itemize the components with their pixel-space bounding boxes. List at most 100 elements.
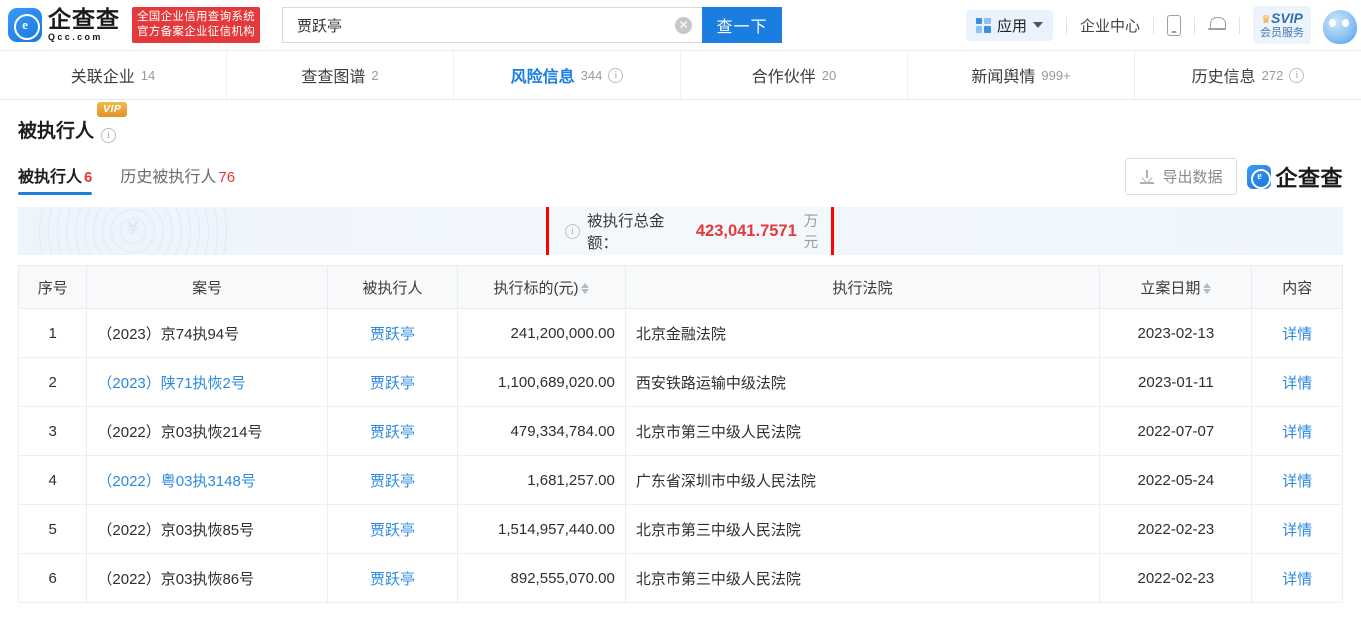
cell-content-text[interactable]: 详情 — [1282, 375, 1312, 392]
info-icon[interactable]: i — [101, 128, 117, 143]
table-row: 6 （2022）京03执恢86号 贾跃亭 892,555,070.00 北京市第三中级人… — [17, 553, 1343, 603]
qcc-logo-icon — [8, 8, 42, 42]
cell-amount-text: 1,514,957,440.00 — [498, 520, 615, 538]
tab-count: 20 — [821, 67, 837, 83]
clear-icon[interactable]: ✕ — [675, 16, 692, 34]
tab-partners[interactable]: 合作伙伴 20 — [681, 51, 908, 99]
cell-amount-text: 1,681,257.00 — [527, 471, 615, 489]
tagline-line-1: 全国企业信用查询系统 — [137, 11, 255, 23]
search-button[interactable]: 查一下 — [702, 7, 782, 43]
tab-risk-info[interactable]: 风险信息 344 i — [454, 51, 681, 99]
notification-bell-icon[interactable] — [1208, 15, 1226, 35]
cell-person-text[interactable]: 贾跃亭 — [370, 473, 415, 490]
sub-tab-count: 76 — [218, 169, 236, 186]
cell-case-no-text[interactable]: （2023）陕71执恢2号 — [97, 375, 245, 392]
table-row: 1 （2023）京74执94号 贾跃亭 241,200,000.00 北京金融法院 202… — [17, 308, 1343, 358]
cell-content-text[interactable]: 详情 — [1282, 424, 1312, 441]
sort-icon[interactable] — [581, 282, 590, 295]
cell-court-text: 西安铁路运输中级法院 — [635, 374, 786, 392]
cell-person[interactable]: 贾跃亭 — [326, 455, 459, 505]
cell-person[interactable]: 贾跃亭 — [326, 504, 459, 554]
tagline-line-2: 官方备案企业征信机构 — [137, 26, 255, 38]
cell-content-text[interactable]: 详情 — [1282, 571, 1312, 588]
cell-person-text[interactable]: 贾跃亭 — [370, 522, 415, 539]
tab-news[interactable]: 新闻舆情 999+ — [908, 51, 1135, 99]
cell-content[interactable]: 详情 — [1251, 357, 1343, 407]
main-nav-tabs: 关联企业 14 查查图谱 2 风险信息 344 i 合作伙伴 20 新闻舆情 9… — [0, 50, 1361, 100]
section-title-row: 被执行人 i VIP — [18, 102, 1343, 143]
apps-label: 应用 — [996, 17, 1027, 35]
cell-content[interactable]: 详情 — [1251, 406, 1343, 456]
brand-wordmark: 企查查 Qcc.com — [48, 8, 120, 42]
cell-case-no[interactable]: （2022）粤03执3148号 — [86, 455, 328, 505]
cell-person[interactable]: 贾跃亭 — [326, 406, 459, 456]
cell-court: 西安铁路运输中级法院 — [624, 357, 1101, 407]
cell-content-text[interactable]: 详情 — [1282, 326, 1312, 343]
tab-related-companies[interactable]: 关联企业 14 — [0, 51, 227, 99]
watermark-logo: 企查查 — [1247, 161, 1343, 193]
cell-index-text: 1 — [48, 324, 57, 342]
export-area: 导出数据 企查查 — [1125, 158, 1343, 195]
cell-filing-date-text: 2022-02-23 — [1137, 569, 1215, 587]
col-filing-date[interactable]: 立案日期 — [1099, 265, 1253, 309]
tab-graph[interactable]: 查查图谱 2 — [227, 51, 454, 99]
cell-person-text[interactable]: 贾跃亭 — [370, 326, 415, 343]
table-row: 2 （2023）陕71执恢2号 贾跃亭 1,100,689,020.00 西安铁路运输中… — [17, 357, 1343, 407]
cell-amount-text: 479,334,784.00 — [510, 422, 615, 440]
cell-case-no[interactable]: （2023）陕71执恢2号 — [86, 357, 328, 407]
svip-button[interactable]: ♛SVIP 会员服务 — [1253, 6, 1311, 44]
table-head: 序号 案号 被执行人 执行标的(元) 执行法院 立案日期 内容 — [17, 265, 1343, 309]
tab-history[interactable]: 历史信息 272 i — [1135, 51, 1361, 99]
cell-person[interactable]: 贾跃亭 — [326, 308, 459, 358]
crown-icon: ♛ — [1261, 14, 1271, 27]
cell-court-text: 北京金融法院 — [635, 325, 726, 343]
brand-name-en: Qcc.com — [48, 32, 103, 42]
export-label: 导出数据 — [1162, 169, 1223, 186]
cell-filing-date: 2022-02-23 — [1099, 553, 1253, 603]
cell-content[interactable]: 详情 — [1251, 308, 1343, 358]
info-icon[interactable]: i — [1289, 67, 1305, 83]
cell-content-text[interactable]: 详情 — [1282, 473, 1312, 490]
cell-index-text: 4 — [48, 471, 57, 489]
enterprise-center-link[interactable]: 企业中心 — [1080, 15, 1140, 36]
cell-case-no-text[interactable]: （2022）粤03执3148号 — [97, 473, 255, 490]
col-label: 内容 — [1282, 279, 1313, 297]
svip-subtitle: 会员服务 — [1260, 27, 1304, 39]
cell-index-text: 5 — [48, 520, 57, 538]
search-input[interactable] — [297, 16, 675, 34]
avatar[interactable] — [1319, 5, 1359, 45]
cell-content[interactable]: 详情 — [1251, 455, 1343, 505]
info-icon[interactable]: i — [565, 223, 580, 239]
cell-filing-date: 2023-02-13 — [1099, 308, 1253, 358]
col-label: 立案日期 — [1140, 279, 1201, 297]
cell-amount: 241,200,000.00 — [457, 308, 626, 358]
export-data-button[interactable]: 导出数据 — [1125, 158, 1238, 195]
info-icon[interactable]: i — [608, 67, 624, 83]
brand-logo[interactable]: 企查查 Qcc.com 全国企业信用查询系统 官方备案企业征信机构 — [8, 7, 260, 43]
cell-person[interactable]: 贾跃亭 — [326, 357, 459, 407]
cell-content-text[interactable]: 详情 — [1282, 522, 1312, 539]
cell-content[interactable]: 详情 — [1251, 553, 1343, 603]
cell-amount-text: 892,555,070.00 — [510, 569, 615, 587]
cell-filing-date: 2023-01-11 — [1099, 357, 1253, 407]
cell-court-text: 北京市第三中级人民法院 — [635, 521, 801, 539]
cell-person[interactable]: 贾跃亭 — [326, 553, 459, 603]
total-amount-label: 被执行总金额： — [587, 213, 665, 252]
col-amount[interactable]: 执行标的(元) — [457, 265, 626, 309]
cell-filing-date-text: 2023-02-13 — [1137, 324, 1215, 342]
mobile-icon[interactable] — [1167, 14, 1181, 36]
search-box[interactable]: ✕ — [282, 7, 702, 43]
sort-icon[interactable] — [1203, 282, 1212, 295]
cell-person-text[interactable]: 贾跃亭 — [370, 424, 415, 441]
executed-persons-table: 序号 案号 被执行人 执行标的(元) 执行法院 立案日期 内容 1 （2023）京… — [17, 265, 1343, 603]
col-person: 被执行人 — [326, 265, 459, 309]
cell-person-text[interactable]: 贾跃亭 — [370, 375, 415, 392]
table-body: 1 （2023）京74执94号 贾跃亭 241,200,000.00 北京金融法院 202… — [17, 308, 1343, 603]
sub-tab-historical[interactable]: 历史被执行人 76 — [120, 163, 235, 195]
cell-content[interactable]: 详情 — [1251, 504, 1343, 554]
apps-button[interactable]: 应用 — [965, 9, 1053, 41]
cell-person-text[interactable]: 贾跃亭 — [370, 571, 415, 588]
cell-filing-date-text: 2022-05-24 — [1137, 471, 1215, 489]
tab-label: 关联企业 — [70, 69, 135, 86]
sub-tab-current[interactable]: 被执行人 6 — [18, 163, 93, 195]
